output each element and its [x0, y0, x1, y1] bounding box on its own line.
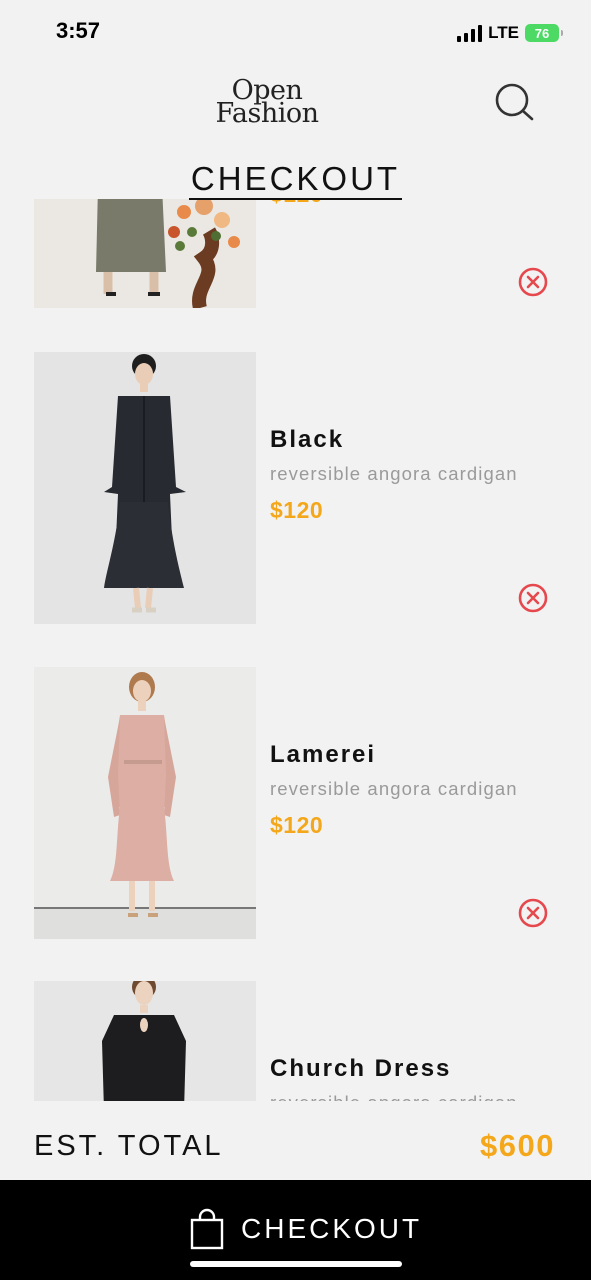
- total-row: EST. TOTAL $600: [0, 1101, 591, 1180]
- status-bar: 3:57 LTE 76: [0, 0, 591, 62]
- status-indicators: LTE 76: [457, 22, 563, 44]
- remove-item-button[interactable]: [517, 582, 549, 614]
- close-circle-icon: [518, 898, 548, 928]
- search-button[interactable]: [494, 82, 534, 122]
- total-value: $600: [480, 1128, 555, 1163]
- product-image[interactable]: [34, 667, 256, 939]
- product-price: $120: [270, 812, 324, 838]
- cart-list[interactable]: $120 Black reversible angora cardig: [0, 199, 591, 1101]
- product-description: reversible angora cardigan: [270, 463, 518, 484]
- product-name: Black: [270, 426, 345, 453]
- page-title: CHECKOUT: [188, 160, 403, 200]
- product-photo-pink-dress: [34, 667, 256, 939]
- product-image[interactable]: [34, 981, 256, 1101]
- cart-item[interactable]: Church Dress reversible angora cardigan: [34, 981, 564, 1101]
- shopping-bag-icon: [190, 1208, 224, 1250]
- product-description: reversible angora cardigan: [270, 1092, 518, 1101]
- checkout-label: CHECKOUT: [241, 1213, 423, 1244]
- cart-item[interactable]: Lamerei reversible angora cardigan $120: [34, 667, 564, 939]
- product-photo-black-coat-dress: [34, 352, 256, 624]
- cart-item[interactable]: Black reversible angora cardigan $120: [34, 352, 564, 624]
- total-label: EST. TOTAL: [34, 1130, 224, 1162]
- app-logo[interactable]: Open Fashion: [208, 77, 326, 129]
- cart-item[interactable]: $120: [34, 199, 564, 308]
- product-photo-church-dress: [34, 981, 256, 1101]
- remove-item-button[interactable]: [517, 897, 549, 929]
- product-name: Lamerei: [270, 741, 377, 768]
- checkout-button-content: CHECKOUT: [189, 1208, 422, 1250]
- search-icon: [495, 83, 534, 121]
- product-name: Church Dress: [270, 1055, 452, 1082]
- signal-icon: [457, 24, 483, 42]
- product-image[interactable]: [34, 199, 256, 308]
- product-description: reversible angora cardigan: [270, 778, 518, 799]
- battery-level: 76: [534, 25, 550, 41]
- product-image[interactable]: [34, 352, 256, 624]
- product-photo-plaid-skirt: [34, 199, 256, 308]
- close-circle-icon: [518, 583, 548, 613]
- home-indicator[interactable]: [190, 1261, 402, 1267]
- network-type: LTE: [488, 23, 519, 42]
- status-time: 3:57: [56, 18, 101, 43]
- logo-text-fashion: Fashion: [215, 98, 319, 129]
- product-price: $120: [270, 497, 324, 523]
- battery-icon: 76: [525, 24, 563, 42]
- product-price: $120: [270, 199, 323, 208]
- remove-item-button[interactable]: [517, 266, 549, 298]
- page-title-wrap: CHECKOUT: [0, 160, 591, 200]
- close-circle-icon: [518, 267, 548, 297]
